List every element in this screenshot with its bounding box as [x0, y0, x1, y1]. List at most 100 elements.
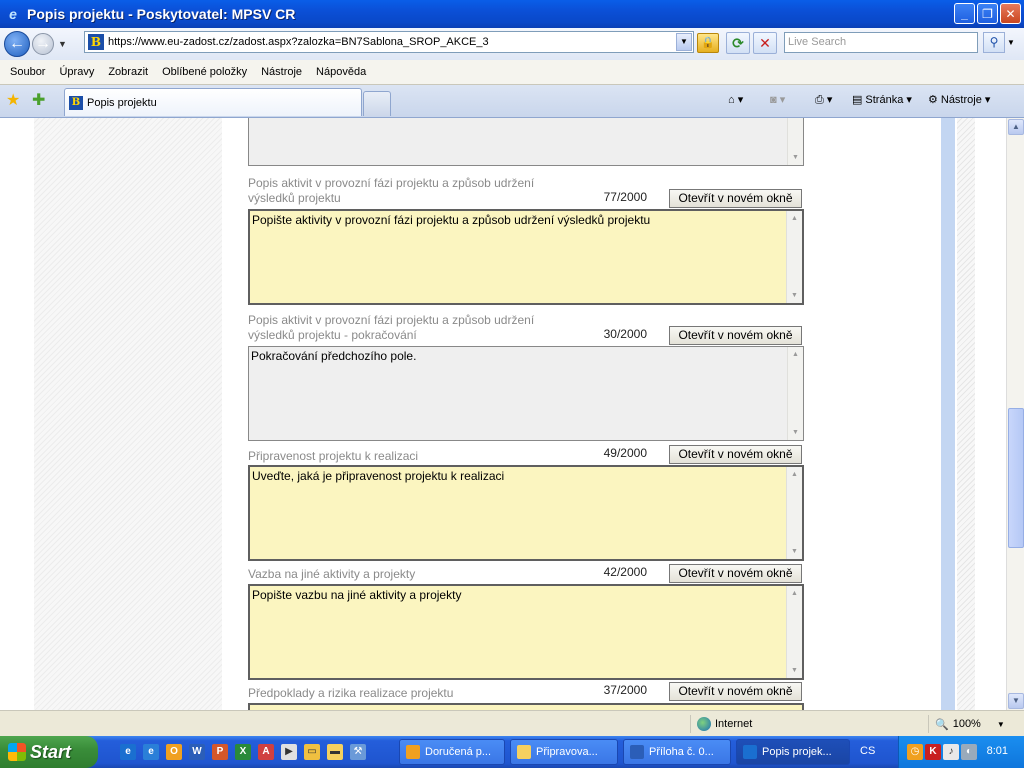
site-favicon-icon: B — [88, 34, 104, 50]
menu-napoveda[interactable]: Nápověda — [309, 66, 373, 78]
tab-row: ★ ✚ B Popis projektu ⌂ ▾ ◙ ▾ ⎙ ▾ ▤ Strán… — [0, 85, 1024, 118]
scroll-down-icon[interactable]: ▼ — [1008, 693, 1024, 709]
outlook-icon — [406, 745, 420, 759]
address-bar[interactable]: B https://www.eu-zadost.cz/zadost.aspx?z… — [84, 31, 694, 53]
task-priloha[interactable]: Příloha č. 0... — [623, 739, 731, 765]
refresh-button[interactable]: ⟳ — [726, 32, 750, 54]
tray-antivirus-icon[interactable]: K — [925, 744, 941, 760]
menu-upravy[interactable]: Úpravy — [52, 66, 101, 78]
windows-flag-icon — [8, 743, 26, 761]
stop-button[interactable]: ✕ — [753, 32, 777, 54]
window-title: Popis projektu - Poskytovatel: MPSV CR — [27, 6, 296, 22]
scroll-up-icon[interactable]: ▲ — [1008, 119, 1024, 135]
textarea-pripravenost[interactable]: Uveďte, jaká je připravenost projektu k … — [248, 465, 804, 561]
tools-menu-button[interactable]: ⚙ Nástroje ▾ — [928, 93, 990, 107]
lock-icon[interactable]: 🔒 — [697, 33, 719, 53]
zoom-control[interactable]: 🔍 100% ▼ — [928, 715, 1024, 733]
ie-alt-quicklaunch-icon[interactable]: e — [143, 744, 159, 760]
open-new-window-button[interactable]: Otevřít v novém okně — [669, 682, 802, 701]
tray-clock-icon[interactable]: ◷ — [907, 744, 923, 760]
open-new-window-button[interactable]: Otevřít v novém okně — [669, 564, 802, 583]
search-icon[interactable]: ⚲ — [983, 32, 1005, 53]
field-label: Připravenost projektu k realizaci — [248, 449, 419, 463]
char-counter: 42/2000 — [603, 565, 647, 579]
ie-quicklaunch-icon[interactable]: e — [120, 744, 136, 760]
address-url[interactable]: https://www.eu-zadost.cz/zadost.aspx?zal… — [108, 36, 676, 48]
search-dropdown-icon[interactable]: ▼ — [1007, 38, 1015, 47]
menu-nastroje[interactable]: Nástroje — [254, 66, 309, 78]
menu-zobrazit[interactable]: Zobrazit — [101, 66, 155, 78]
char-counter: 37/2000 — [603, 683, 647, 697]
address-dropdown-icon[interactable]: ▼ — [676, 33, 692, 51]
history-dropdown-icon[interactable]: ▼ — [58, 39, 67, 49]
zone-label: Internet — [715, 718, 753, 730]
desktop-quicklaunch-icon[interactable]: ▭ — [304, 744, 320, 760]
task-inbox[interactable]: Doručená p... — [399, 739, 505, 765]
window-titlebar[interactable]: e Popis projektu - Poskytovatel: MPSV CR… — [0, 0, 1024, 28]
previous-textarea[interactable]: ▼ — [248, 118, 804, 166]
globe-icon — [697, 717, 711, 731]
scroll-thumb[interactable] — [1008, 408, 1024, 548]
open-new-window-button[interactable]: Otevřít v novém okně — [669, 189, 802, 208]
powerpoint-quicklaunch-icon[interactable]: P — [212, 744, 228, 760]
favorites-star-icon[interactable]: ★ — [6, 90, 20, 110]
textarea-predpoklady[interactable] — [248, 703, 804, 710]
minimize-button[interactable]: _ — [954, 3, 975, 24]
new-tab-button[interactable] — [363, 91, 391, 116]
start-button[interactable]: Start — [0, 736, 98, 768]
task-popis-projektu[interactable]: Popis projek... — [736, 739, 850, 765]
page-scrollbar[interactable]: ▲ ▼ — [1006, 118, 1024, 710]
task-label: Příloha č. 0... — [649, 746, 714, 758]
char-counter: 49/2000 — [603, 446, 647, 460]
textarea-provozni-faze[interactable]: Popište aktivity v provozní fázi projekt… — [248, 209, 804, 305]
print-icon[interactable]: ⎙ ▾ — [815, 93, 832, 107]
field-label: Předpoklady a rizika realizace projektu — [248, 686, 454, 700]
zoom-dropdown-icon[interactable]: ▼ — [997, 720, 1005, 729]
word-quicklaunch-icon[interactable]: W — [189, 744, 205, 760]
open-new-window-button[interactable]: Otevřít v novém okně — [669, 326, 802, 345]
task-pripravova[interactable]: Připravova... — [510, 739, 618, 765]
page-menu-button[interactable]: ▤ Stránka ▾ — [852, 93, 912, 107]
word-icon — [630, 745, 644, 759]
tray-network-icon[interactable]: ◐ — [961, 744, 977, 760]
char-counter: 77/2000 — [603, 190, 647, 204]
open-new-window-button[interactable]: Otevřít v novém okně — [669, 445, 802, 464]
tray-app-icon[interactable]: ♪ — [943, 744, 959, 760]
menu-oblibene[interactable]: Oblíbené položky — [155, 66, 254, 78]
task-label: Doručená p... — [425, 746, 492, 758]
page-content: ▼ Popis aktivit v provozní fázi projektu… — [0, 118, 1006, 710]
textarea-vazba[interactable]: Popište vazbu na jiné aktivity a projekt… — [248, 584, 804, 680]
forward-button[interactable]: → — [32, 33, 54, 55]
taskbar-clock: 8:01 — [986, 745, 1008, 757]
language-indicator[interactable]: CS — [860, 745, 875, 757]
folder-quicklaunch-icon[interactable]: ▬ — [327, 744, 343, 760]
outlook-quicklaunch-icon[interactable]: O — [166, 744, 182, 760]
tab-popis-projektu[interactable]: B Popis projektu — [64, 88, 362, 116]
media-quicklaunch-icon[interactable]: ▶ — [281, 744, 297, 760]
task-label: Popis projek... — [762, 746, 832, 758]
address-toolbar: ← → ▼ B https://www.eu-zadost.cz/zadost.… — [0, 28, 1024, 60]
access-quicklaunch-icon[interactable]: A — [258, 744, 274, 760]
textarea-value: Popište vazbu na jiné aktivity a projekt… — [252, 588, 462, 602]
right-hatch-decoration — [957, 118, 975, 710]
tool-quicklaunch-icon[interactable]: ⚒ — [350, 744, 366, 760]
tab-label: Popis projektu — [87, 96, 157, 109]
folder-icon — [517, 745, 531, 759]
menu-bar: Soubor Úpravy Zobrazit Oblíbené položky … — [0, 60, 1024, 85]
char-counter: 30/2000 — [603, 327, 647, 341]
menu-soubor[interactable]: Soubor — [3, 66, 52, 78]
gear-icon: ⚙ — [928, 94, 938, 106]
textarea-value: Pokračování předchozího pole. — [251, 349, 417, 363]
textarea-value: Popište aktivity v provozní fázi projekt… — [252, 213, 651, 227]
back-button[interactable]: ← — [4, 31, 30, 57]
add-favorite-icon[interactable]: ✚ — [32, 90, 45, 110]
home-icon[interactable]: ⌂ ▾ — [728, 93, 743, 106]
textarea-pokracovani[interactable]: Pokračování předchozího pole. ▲ ▼ — [248, 346, 804, 441]
security-zone: Internet — [690, 715, 920, 733]
close-button[interactable]: ✕ — [1000, 3, 1021, 24]
search-input[interactable]: Live Search — [784, 32, 978, 53]
excel-quicklaunch-icon[interactable]: X — [235, 744, 251, 760]
feeds-icon[interactable]: ◙ ▾ — [770, 93, 785, 106]
maximize-button[interactable]: ❐ — [977, 3, 998, 24]
ie-icon: e — [9, 6, 17, 22]
